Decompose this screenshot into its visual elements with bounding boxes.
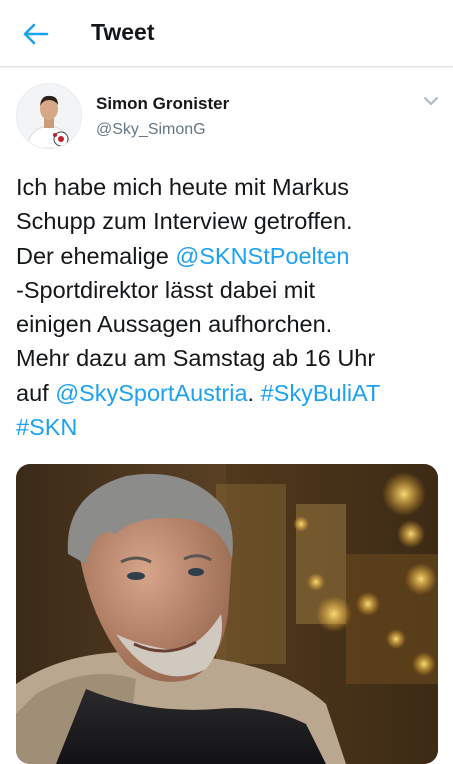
avatar-photo (17, 84, 81, 148)
page-title: Tweet (91, 19, 155, 45)
tweet-text-separator: . (247, 379, 261, 406)
hashtag-link[interactable]: #SkyBuliAT (261, 380, 381, 406)
top-bar: Tweet (0, 0, 453, 67)
tweet-text-line: Schupp zum Interview getroffen. (16, 208, 353, 235)
hashtag-link[interactable]: #SKN (16, 414, 77, 440)
author-name[interactable]: Simon Gronister (96, 94, 229, 114)
tweet-media-photo[interactable] (16, 464, 438, 764)
chevron-down-icon (424, 97, 438, 105)
mention-link[interactable]: @SKNStPoelten (175, 243, 349, 269)
author-handle[interactable]: @Sky_SimonG (96, 120, 206, 140)
tweet-text-line: Ich habe mich heute mit Markus (16, 174, 350, 200)
tweet-text: Ich habe mich heute mit Markus Schupp zu… (16, 170, 444, 444)
tweet-text-line: -Sportdirektor lässt dabei mit (16, 276, 316, 303)
interview-photo (16, 464, 438, 764)
tweet-text-line: Der ehemalige (16, 242, 176, 269)
tweet-text-line: Mehr dazu am Samstag ab 16 Uhr (16, 345, 376, 372)
tweet-text-line: auf (16, 379, 56, 406)
tweet-menu-button[interactable] (420, 92, 442, 110)
back-button[interactable] (18, 16, 54, 52)
arrow-left-icon (23, 23, 49, 45)
tweet-text-line: einigen Aussagen aufhorchen. (16, 311, 333, 338)
avatar[interactable] (16, 83, 82, 149)
mention-link[interactable]: @SkySportAustria (55, 380, 247, 406)
